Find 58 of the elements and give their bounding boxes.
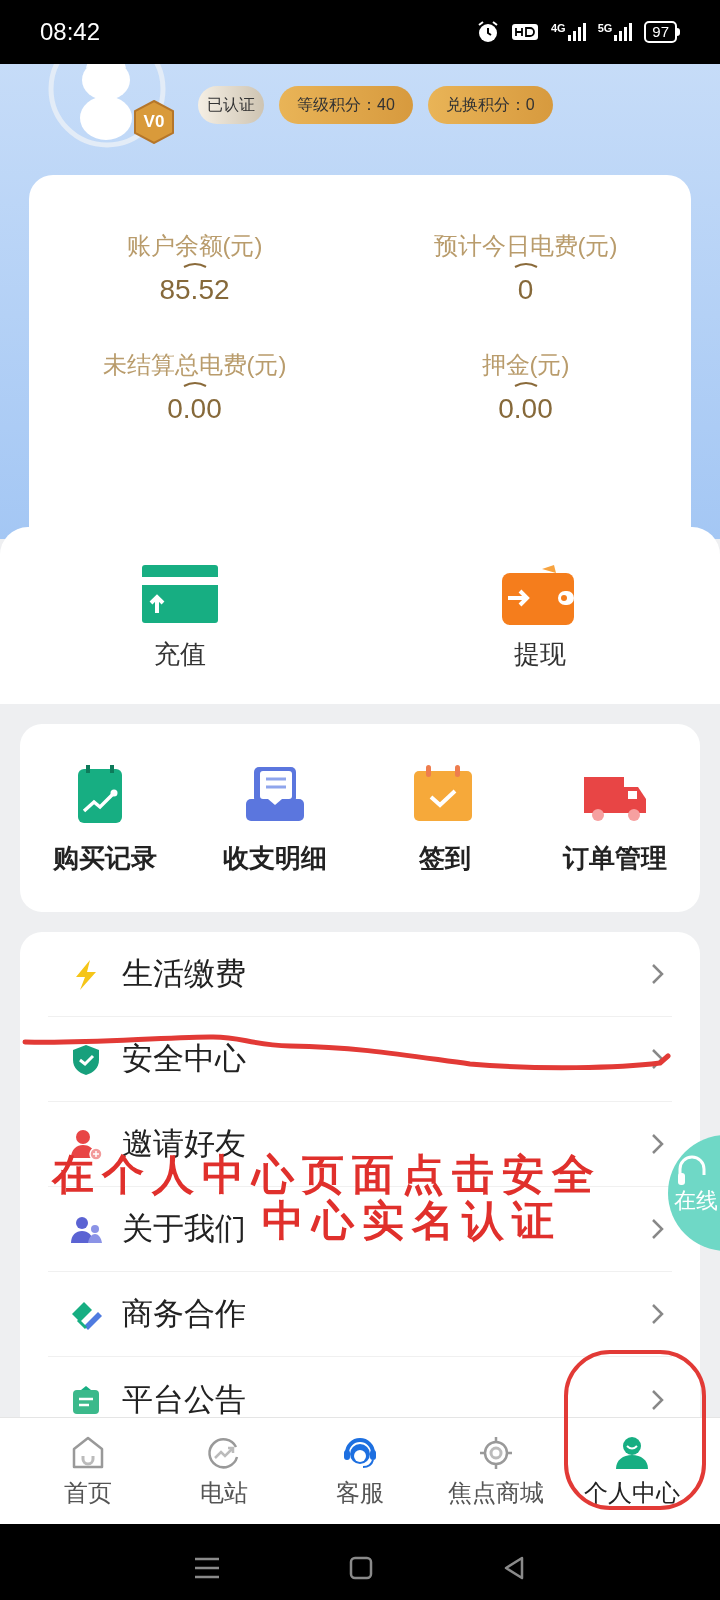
square-icon[interactable] xyxy=(349,1556,373,1580)
person-icon xyxy=(614,1435,650,1471)
action-label[interactable]: 提现 xyxy=(514,639,566,669)
status-badge: 等级积分：40 xyxy=(279,86,413,124)
network-label: 5G xyxy=(597,23,613,34)
menu-item[interactable]: 商务合作 xyxy=(122,1294,246,1334)
stat-label: 预计今日电费(元) xyxy=(433,231,618,261)
stat-value: 0.00 xyxy=(167,392,222,426)
shortcut-label[interactable]: 订单管理 xyxy=(563,843,667,873)
shield-check-icon xyxy=(70,1043,102,1075)
arc-icon xyxy=(513,261,538,268)
shortcut-label[interactable]: 签到 xyxy=(419,843,471,873)
tab[interactable]: 首页 xyxy=(20,1418,156,1524)
card-upload-icon[interactable] xyxy=(142,565,218,625)
shortcut-label[interactable]: 收支明细 xyxy=(223,843,327,873)
house-icon xyxy=(70,1435,106,1471)
annotation-text: 中心实名认证 xyxy=(262,1199,562,1243)
stat-label: 账户余额(元) xyxy=(126,231,263,261)
avatar-icon xyxy=(48,64,166,148)
stat-value: 85.52 xyxy=(159,273,230,307)
stat-label: 未结算总电费(元) xyxy=(102,350,287,380)
menu-item[interactable]: 关于我们 xyxy=(122,1209,246,1249)
menu-icon[interactable] xyxy=(194,1557,221,1579)
chevron-right-icon xyxy=(651,1388,664,1411)
hd-icon xyxy=(510,21,539,43)
level-badge: V0 xyxy=(134,100,174,144)
menu-item[interactable]: 安全中心 xyxy=(122,1039,246,1079)
arc-icon xyxy=(513,380,538,387)
chevron-right-icon xyxy=(651,963,664,985)
shortcut-label[interactable]: 购买记录 xyxy=(53,843,157,873)
tab[interactable]: 客服 xyxy=(292,1418,428,1524)
arc-icon xyxy=(182,261,207,268)
battery-level: 97 xyxy=(644,21,677,43)
status-badge: 已认证 xyxy=(198,86,264,124)
stat-value: 0.00 xyxy=(498,392,553,426)
headset-agent-icon xyxy=(342,1435,378,1471)
chevron-right-icon xyxy=(651,1218,664,1240)
clock-time: 08:42 xyxy=(40,17,101,47)
tab[interactable]: 焦点商城 xyxy=(428,1418,564,1524)
chevron-right-icon xyxy=(651,1303,664,1325)
alarm-icon xyxy=(476,20,499,44)
chevron-right-icon xyxy=(651,1048,664,1070)
stat-label: 押金(元) xyxy=(481,350,570,380)
signal-icon xyxy=(614,23,633,41)
target-icon xyxy=(478,1435,514,1471)
tab[interactable]: 电站 xyxy=(156,1418,292,1524)
status-badge: 兑换积分：0 xyxy=(427,86,553,124)
network-label: 4G xyxy=(550,23,566,34)
arc-icon xyxy=(182,380,207,387)
tab[interactable]: 个人中心 xyxy=(564,1418,700,1524)
menu-item[interactable]: 生活缴费 xyxy=(122,954,246,994)
headphones-icon xyxy=(676,1155,708,1187)
menu-item[interactable]: 平台公告 xyxy=(122,1379,246,1417)
online-label: 在线 xyxy=(674,1187,718,1215)
signal-icon xyxy=(567,23,586,41)
action-label[interactable]: 充值 xyxy=(154,639,206,669)
stat-value: 0 xyxy=(517,273,534,307)
chevron-right-icon xyxy=(651,1133,664,1155)
